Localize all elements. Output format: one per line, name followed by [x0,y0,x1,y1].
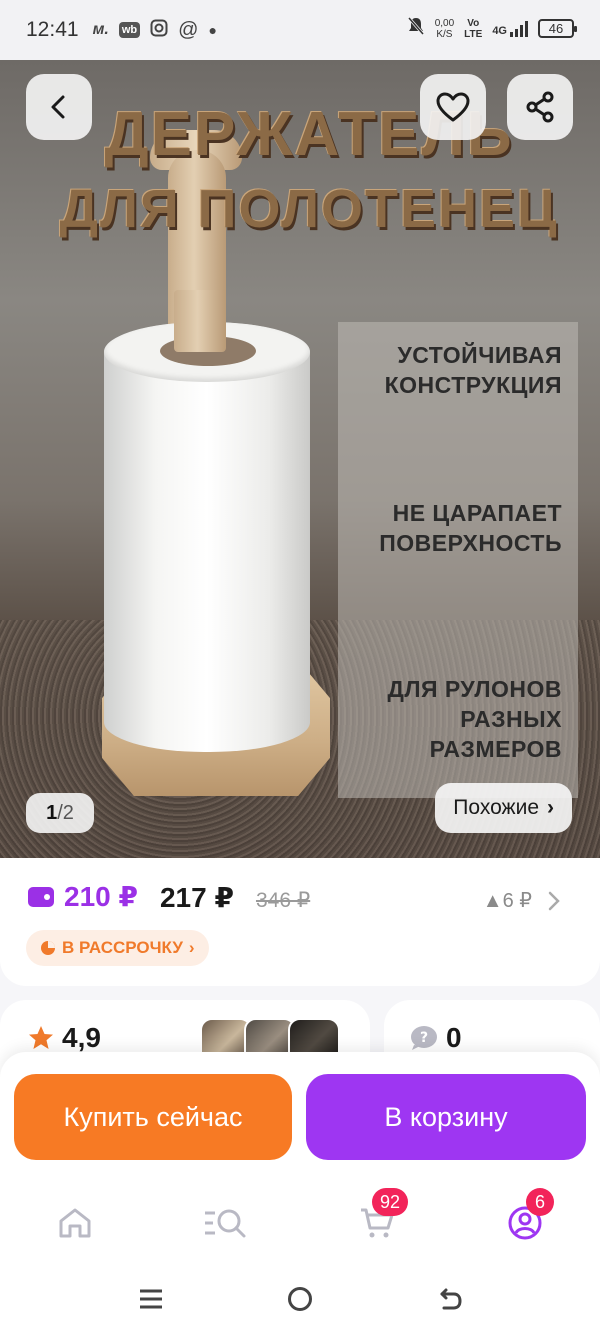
catalog-search-icon [205,1209,246,1238]
product-image[interactable]: ДЕРЖАТЕЛЬ ДЛЯ ПОЛОТЕНЕЦ УСТОЙЧИВАЯ КОНСТ… [0,60,600,860]
dot-icon: ● [208,22,217,38]
feature-sizes-line2: РАЗНЫХ [460,706,562,732]
buy-now-button[interactable]: Купить сейчас [14,1074,292,1160]
star-icon [29,1026,53,1049]
add-to-cart-button[interactable]: В корзину [306,1074,586,1160]
profile-badge: 6 [526,1188,554,1216]
question-bubble-icon: ? [411,1026,437,1050]
network-type: 4G [492,24,507,37]
system-nav [0,1266,600,1332]
feature-stable-line2: КОНСТРУКЦИЯ [384,372,562,398]
chevron-right-icon: › [547,796,554,819]
net-speed-unit: K/S [436,28,453,40]
share-icon [526,91,554,123]
nav-cart[interactable]: 92 [352,1188,408,1248]
home-icon [59,1208,91,1238]
bottom-nav: 92 6 [0,1176,600,1266]
image-pager: 1 / 2 [26,793,94,833]
net-speed: 0,00 K/S [435,18,454,40]
back-system-icon [440,1288,462,1310]
favorite-button[interactable] [420,74,486,140]
chevron-right-icon: › [188,938,195,957]
notification-icons: м. wb @ ● [93,19,217,42]
at-icon: @ [178,18,199,41]
questions-count: 0 [446,1022,462,1053]
feature-no-scratch-line2: ПОВЕРХНОСТЬ [379,530,562,556]
status-bar: 12:41 м. wb @ ● 0,00 K/S Vo LTE 4G 46 [0,0,600,60]
cart-badge: 92 [372,1188,408,1216]
installment-button[interactable]: В РАССРОЧКУ › [26,930,209,966]
wb-icon: wb [118,22,141,38]
features-panel: УСТОЙЧИВАЯ КОНСТРУКЦИЯ НЕ ЦАРАПАЕТ ПОВЕР… [338,322,578,798]
wallet-price[interactable]: 210 ₽ [28,880,138,913]
home-system-button[interactable] [285,1284,315,1314]
feature-no-scratch: НЕ ЦАРАПАЕТ ПОВЕРХНОСТЬ [379,498,562,558]
feature-no-scratch-line1: НЕ ЦАРАПАЕТ [392,500,562,526]
instagram-icon [150,19,168,42]
circle-icon [288,1287,312,1311]
feature-sizes-line1: ДЛЯ РУЛОНОВ [387,676,562,702]
current-price: 217 ₽ [159,881,234,913]
nav-profile[interactable]: 6 [500,1188,554,1248]
similar-button[interactable]: Похожие › [435,783,572,833]
similar-label: Похожие [453,796,539,819]
back-arrow-icon [51,95,65,119]
mute-icon [407,16,425,41]
action-sheet: Купить сейчас В корзину [0,1052,600,1176]
screen: 12:41 м. wb @ ● 0,00 K/S Vo LTE 4G 46 ДЕ… [0,0,600,1332]
menu-icon [140,1289,162,1309]
price-row: 210 ₽ 217 ₽ 346 ₽ [28,880,310,914]
back-system-button[interactable] [436,1284,466,1314]
pager-total: 2 [62,801,74,824]
price-history[interactable]: ▲6 ₽ [483,888,560,913]
rating: 4,9 [28,1022,101,1054]
pie-icon [41,941,55,955]
title-line-2: ДЛЯ ПОЛОТЕНЕЦ [59,179,559,239]
battery-indicator: 46 [538,19,577,38]
wallet-icon [28,886,54,907]
lte-label: LTE [464,28,483,40]
holder-pole-inner [174,290,226,352]
signal-indicator: 4G [492,20,528,37]
wallet-price-value: 210 ₽ [64,881,138,912]
price-delta-value: ▲6 ₽ [482,890,532,912]
signal-m-icon: м. [92,21,109,38]
net-speed-value: 0,00 [434,17,455,29]
nav-home[interactable] [50,1198,100,1248]
price-card: 210 ₽ 217 ₽ 346 ₽ ▲6 ₽ В РАССРОЧКУ › [0,858,600,986]
volte-indicator: Vo LTE [464,18,482,40]
pager-current: 1 [46,801,58,824]
installment-label: В РАССРОЧКУ [62,938,183,957]
nav-catalog[interactable] [200,1198,250,1248]
heart-icon [436,92,470,122]
signal-bars-icon [510,20,528,37]
questions: ? 0 [410,1022,462,1054]
old-price: 346 ₽ [255,888,311,912]
svg-text:?: ? [420,1030,428,1046]
recents-button[interactable] [136,1284,166,1314]
rating-value: 4,9 [62,1022,101,1053]
back-button[interactable] [26,74,92,140]
status-right: 0,00 K/S Vo LTE 4G 46 [407,16,577,41]
feature-sizes: ДЛЯ РУЛОНОВ РАЗНЫХ РАЗМЕРОВ [387,674,562,764]
status-time: 12:41 [26,18,79,41]
feature-stable: УСТОЙЧИВАЯ КОНСТРУКЦИЯ [385,340,562,400]
share-button[interactable] [507,74,573,140]
chevron-right-icon [548,891,560,910]
feature-sizes-line3: РАЗМЕРОВ [429,736,562,762]
volte-label: Vo [467,17,480,29]
paper-roll [104,322,310,752]
feature-stable-line1: УСТОЙЧИВАЯ [397,342,562,368]
